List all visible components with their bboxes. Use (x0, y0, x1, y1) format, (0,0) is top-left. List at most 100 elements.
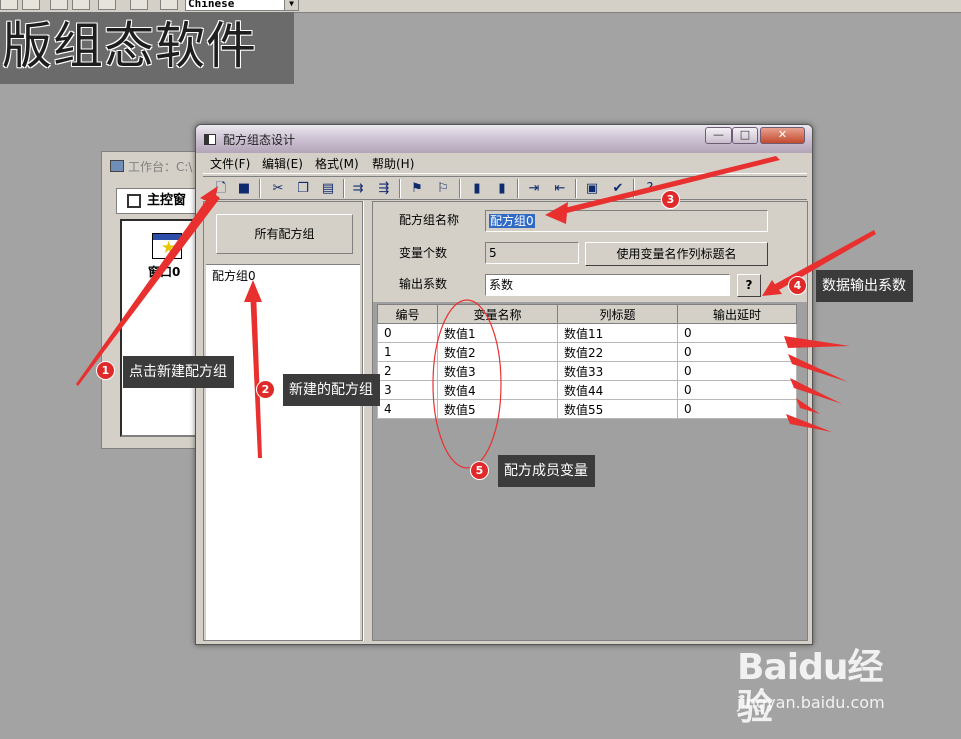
baidu-watermark: Baidu经验 jingyan.baidu.com (737, 648, 917, 728)
workbench-title-bar[interactable]: 工作台：C:\ (102, 152, 200, 182)
toolbar-button[interactable] (50, 0, 68, 10)
insert-row-icon[interactable]: ⇉ (349, 180, 367, 197)
cell-column-title[interactable]: 数值22 (557, 342, 678, 362)
badge-5: 5 (470, 461, 489, 480)
window-star-icon[interactable]: ★ (152, 233, 182, 259)
new-file-icon[interactable]: 🗋 (212, 180, 230, 197)
output-coef-label: 输出系数 (399, 277, 448, 291)
font-icon[interactable] (160, 0, 178, 10)
move-up-icon[interactable]: ▮ (468, 180, 486, 197)
toolbar-button[interactable] (72, 0, 90, 10)
window-icon (127, 194, 141, 208)
cell-output-delay[interactable]: 0 (677, 361, 797, 381)
table-header-row: 编号 变量名称 列标题 输出延时 (377, 304, 797, 324)
save-icon[interactable]: ■ (235, 180, 253, 197)
cell-output-delay[interactable]: 0 (677, 380, 797, 400)
badge-3: 3 (661, 190, 680, 209)
cell-column-title[interactable]: 数值55 (557, 399, 678, 419)
language-select-value: Chinese (188, 0, 235, 10)
dialog-title-bar[interactable]: 配方组态设计 — □ ✕ (196, 125, 812, 153)
flag-alt-icon[interactable]: ⚐ (434, 180, 452, 197)
watermark-url: jingyan.baidu.com (737, 693, 885, 712)
var-count-field[interactable]: 5 (485, 242, 579, 264)
dialog-toolbar: 🗋 ■ ✂ ❐ ▤ ⇉ ⇶ ⚑ ⚐ ▮ ▮ ⇥ ⇤ ▣ ✔ ? (203, 176, 807, 200)
recipe-detail-panel: 配方组名称 配方组0 变量个数 5 使用变量名作列标题名 输出系数 系数 ? 编… (372, 201, 808, 641)
language-select[interactable]: Chinese ▼ (185, 0, 299, 11)
use-var-name-as-title-button[interactable]: 使用变量名作列标题名 (585, 242, 768, 266)
maximize-button[interactable]: □ (732, 127, 758, 144)
append-row-icon[interactable]: ⇶ (375, 180, 393, 197)
tab-main-window[interactable]: 主控窗 (116, 188, 206, 214)
cell-output-delay[interactable]: 0 (677, 342, 797, 362)
toolbar-button[interactable] (22, 0, 40, 10)
cell-column-title[interactable]: 数值11 (557, 323, 678, 343)
flag-icon[interactable]: ⚑ (408, 180, 426, 197)
recipe-table: 编号 变量名称 列标题 输出延时 0 数值1 数值11 0 1 数值2 数值22 (377, 304, 797, 419)
recipe-group-panel: 所有配方组 配方组0 (203, 201, 363, 641)
header-id[interactable]: 编号 (377, 304, 438, 324)
properties-icon[interactable]: ▣ (583, 180, 601, 197)
cell-column-title[interactable]: 数值44 (557, 380, 678, 400)
cut-icon[interactable]: ✂ (269, 180, 287, 197)
workbench-icon (110, 160, 124, 172)
cell-var-name[interactable]: 数值2 (437, 342, 558, 362)
copy-icon[interactable]: ❐ (294, 180, 312, 197)
header-output-delay[interactable]: 输出延时 (677, 304, 797, 324)
cell-id[interactable]: 2 (377, 361, 438, 381)
menu-help[interactable]: 帮助(H) (372, 157, 414, 171)
callout-member-vars: 配方成员变量 (498, 455, 595, 487)
cell-id[interactable]: 1 (377, 342, 438, 362)
cell-var-name[interactable]: 数值4 (437, 380, 558, 400)
badge-1: 1 (96, 361, 115, 380)
tab-main-window-label: 主控窗 (147, 193, 187, 208)
export-icon[interactable]: ⇤ (551, 180, 569, 197)
toolbar-button[interactable] (98, 0, 116, 10)
cell-output-delay[interactable]: 0 (677, 323, 797, 343)
table-row[interactable]: 4 数值5 数值55 0 (377, 399, 797, 419)
header-var-name[interactable]: 变量名称 (437, 304, 558, 324)
table-row[interactable]: 3 数值4 数值44 0 (377, 380, 797, 400)
table-row[interactable]: 0 数值1 数值11 0 (377, 323, 797, 343)
workbench-window[interactable]: 工作台：C:\ 主控窗 ★ 窗口0 (101, 151, 210, 449)
paste-icon[interactable]: ▤ (319, 180, 337, 197)
workbench-title: 工作台：C:\ (128, 160, 193, 174)
callout-output-coef: 数据输出系数 (816, 270, 913, 302)
cell-var-name[interactable]: 数值3 (437, 361, 558, 381)
cell-id[interactable]: 4 (377, 399, 438, 419)
group-list: 配方组0 (206, 264, 360, 640)
close-button[interactable]: ✕ (760, 127, 805, 144)
help-icon[interactable]: ? (641, 180, 659, 197)
cell-column-title[interactable]: 数值33 (557, 361, 678, 381)
move-down-icon[interactable]: ▮ (493, 180, 511, 197)
toolbar-button[interactable] (0, 0, 18, 10)
menu-edit[interactable]: 编辑(E) (262, 157, 303, 171)
cell-id[interactable]: 0 (377, 323, 438, 343)
chevron-down-icon: ▼ (284, 0, 298, 10)
window-item-label[interactable]: 窗口0 (148, 263, 180, 280)
badge-4: 4 (788, 276, 807, 295)
group-list-item[interactable]: 配方组0 (212, 267, 256, 284)
cell-var-name[interactable]: 数值5 (437, 399, 558, 419)
table-row[interactable]: 2 数值3 数值33 0 (377, 361, 797, 381)
check-icon[interactable]: ✔ (609, 180, 627, 197)
minimize-button[interactable]: — (705, 127, 732, 144)
app-banner: 版组态软件 (0, 12, 294, 84)
cell-output-delay[interactable]: 0 (677, 399, 797, 419)
panel-splitter[interactable] (363, 201, 372, 641)
menu-file[interactable]: 文件(F) (210, 157, 250, 171)
group-name-value: 配方组0 (489, 214, 535, 228)
toolbar-button[interactable] (130, 0, 148, 10)
import-icon[interactable]: ⇥ (525, 180, 543, 197)
var-count-label: 变量个数 (399, 246, 448, 260)
group-name-field[interactable]: 配方组0 (485, 210, 768, 232)
menu-bar: 文件(F) 编辑(E) 格式(M) 帮助(H) (203, 155, 807, 174)
header-column-title[interactable]: 列标题 (557, 304, 678, 324)
menu-format[interactable]: 格式(M) (315, 157, 359, 171)
output-coef-field[interactable]: 系数 (485, 274, 730, 296)
cell-id[interactable]: 3 (377, 380, 438, 400)
table-row[interactable]: 1 数值2 数值22 0 (377, 342, 797, 362)
cell-var-name[interactable]: 数值1 (437, 323, 558, 343)
all-groups-button[interactable]: 所有配方组 (216, 214, 353, 254)
coef-help-button[interactable]: ? (737, 274, 761, 297)
banner-text: 版组态软件 (2, 17, 257, 75)
